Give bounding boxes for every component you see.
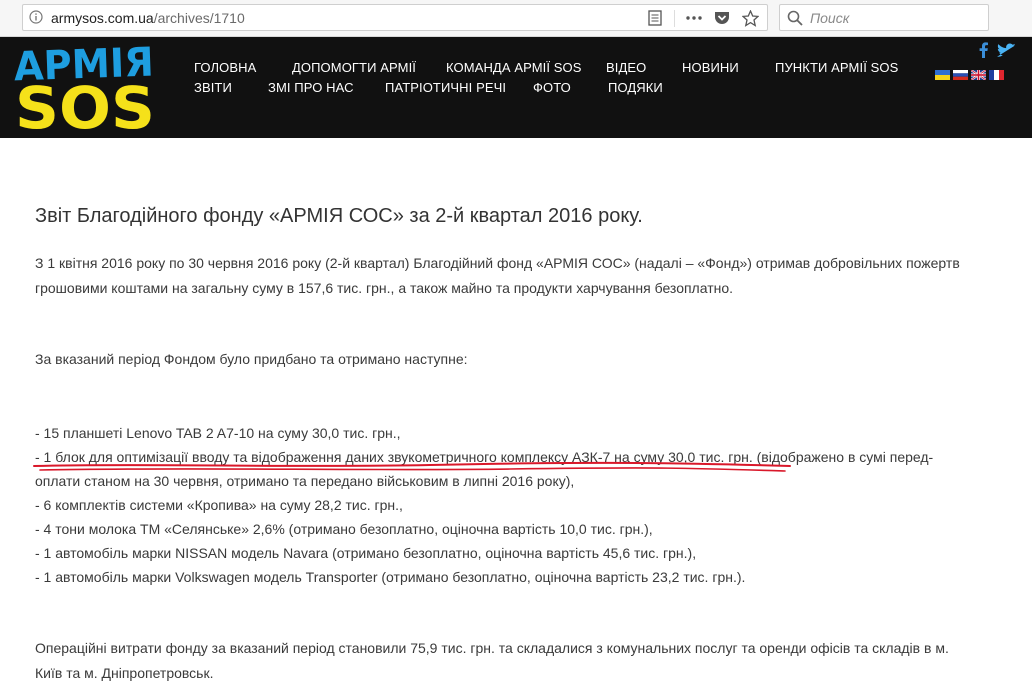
- search-input[interactable]: [810, 8, 980, 27]
- flag-russia-icon[interactable]: [953, 70, 968, 80]
- site-header: АРМІЯ SOS ГОЛОВНА ДОПОМОГТИ АРМІЇ КОМАНД…: [0, 37, 1032, 138]
- nav-item-thanks[interactable]: ПОДЯКИ: [608, 80, 663, 95]
- nav-item-help-army[interactable]: ДОПОМОГТИ АРМІЇ: [292, 60, 416, 75]
- logo-bottom-text: SOS: [15, 74, 155, 134]
- list-item: - 6 комплектів системи «Кропива» на суму…: [35, 497, 403, 513]
- facebook-icon[interactable]: [977, 42, 989, 58]
- period-intro: За вказаний період Фондом було придбано …: [35, 351, 468, 367]
- list-item: - 1 автомобіль марки Volkswagen модель T…: [35, 569, 746, 585]
- list-item-continuation: оплати станом на 30 червня, отримано та …: [35, 473, 575, 489]
- bookmark-star-icon[interactable]: [741, 9, 759, 27]
- intro-line-2: грошовими коштами на загальну суму в 157…: [35, 280, 734, 296]
- language-flags: [935, 70, 1004, 80]
- nav-item-points[interactable]: ПУНКТИ АРМІЇ SOS: [775, 60, 898, 75]
- url-text[interactable]: armysos.com.ua/archives/1710: [51, 10, 245, 26]
- nav-item-video[interactable]: ВІДЕО: [606, 60, 646, 75]
- pocket-icon[interactable]: [713, 9, 731, 27]
- nav-item-patriotic[interactable]: ПАТРІОТИЧНІ РЕЧІ: [385, 80, 506, 95]
- nav-item-photo[interactable]: ФОТО: [533, 80, 571, 95]
- flag-france-icon[interactable]: [989, 70, 1004, 80]
- army-sos-logo[interactable]: АРМІЯ SOS: [12, 40, 162, 134]
- intro-line-1: З 1 квітня 2016 року по 30 червня 2016 р…: [35, 255, 960, 271]
- flag-ukraine-icon[interactable]: [935, 70, 950, 80]
- more-options-icon[interactable]: [685, 9, 703, 27]
- browser-toolbar: armysos.com.ua/archives/1710: [0, 0, 1032, 37]
- list-item: - 1 автомобіль марки NISSAN модель Navar…: [35, 545, 697, 561]
- expenses-line-1: Операційні витрати фонду за вказаний пер…: [35, 640, 949, 656]
- address-bar[interactable]: armysos.com.ua/archives/1710: [22, 4, 768, 31]
- browser-search-box[interactable]: [779, 4, 989, 31]
- nav-item-media[interactable]: ЗМІ ПРО НАС: [268, 80, 354, 95]
- nav-item-team[interactable]: КОМАНДА АРМІЇ SOS: [446, 60, 582, 75]
- nav-item-home[interactable]: ГОЛОВНА: [194, 60, 256, 75]
- url-actions: [646, 9, 759, 27]
- twitter-icon[interactable]: [997, 43, 1015, 58]
- reader-view-icon[interactable]: [646, 9, 664, 27]
- url-host: armysos.com.ua: [51, 10, 154, 26]
- article-title: Звіт Благодійного фонду «АРМІЯ СОС» за 2…: [35, 205, 643, 227]
- expenses-line-2: Київ та м. Дніпропетровськ.: [35, 665, 214, 681]
- nav-item-news[interactable]: НОВИНИ: [682, 60, 739, 75]
- list-item: - 15 планшеті Lenovo TAB 2 A7-10 на суму…: [35, 425, 401, 441]
- flag-uk-icon[interactable]: [971, 70, 986, 80]
- info-icon[interactable]: [29, 10, 43, 24]
- red-hand-underline: [33, 461, 791, 472]
- list-item: - 4 тони молока ТМ «Селянське» 2,6% (отр…: [35, 521, 653, 537]
- search-icon: [787, 10, 803, 26]
- url-path: /archives/1710: [153, 10, 245, 26]
- nav-item-reports[interactable]: ЗВІТИ: [194, 80, 232, 95]
